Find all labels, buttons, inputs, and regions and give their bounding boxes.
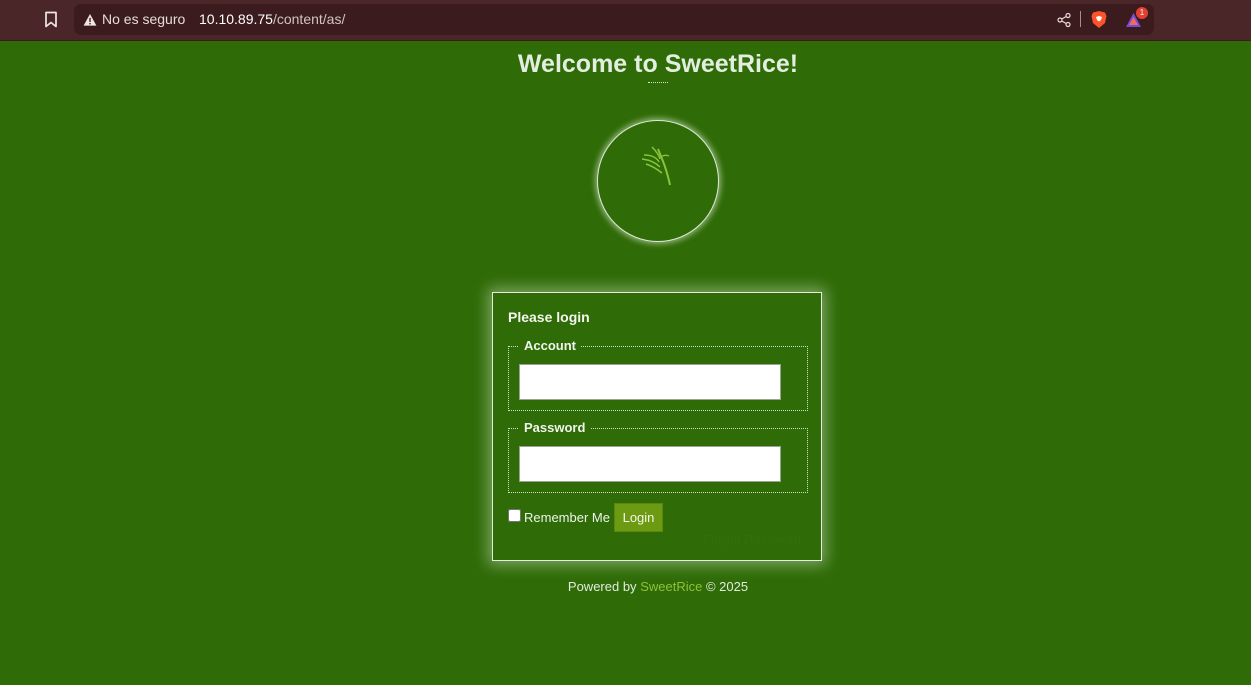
- title-divider: [648, 82, 668, 83]
- sweetrice-link[interactable]: SweetRice: [640, 579, 702, 594]
- url-path: /content/as/: [272, 11, 346, 27]
- account-fieldset: Account: [508, 338, 808, 411]
- rewards-badge: 1: [1136, 7, 1148, 19]
- address-bar-divider: [1080, 11, 1081, 27]
- warning-icon[interactable]: [83, 13, 97, 27]
- forgot-password-link[interactable]: Forgot Password: [703, 532, 801, 547]
- address-bar[interactable]: No es seguro 10.10.89.75/content/as/ 1: [74, 4, 1154, 35]
- login-button[interactable]: Login: [614, 503, 663, 532]
- browser-toolbar: No es seguro 10.10.89.75/content/as/ 1: [0, 0, 1251, 41]
- url-host: 10.10.89.75: [199, 11, 273, 27]
- password-fieldset: Password: [508, 420, 808, 493]
- page-title: Welcome to SweetRice!: [517, 50, 799, 78]
- password-input[interactable]: [519, 446, 781, 482]
- footer-copyright: © 2025: [705, 579, 749, 594]
- password-legend: Password: [519, 420, 591, 435]
- share-icon[interactable]: [1056, 12, 1072, 28]
- login-panel: Please login Account Password Remember M…: [492, 292, 822, 561]
- sweetrice-logo: [597, 120, 719, 242]
- security-status[interactable]: No es seguro: [102, 11, 185, 27]
- bookmark-icon[interactable]: [40, 8, 62, 30]
- remember-me-checkbox[interactable]: [508, 509, 521, 522]
- account-legend: Account: [519, 338, 581, 353]
- remember-me-label[interactable]: Remember Me: [524, 510, 610, 525]
- login-heading: Please login: [508, 309, 590, 325]
- footer-prefix: Powered by: [567, 579, 637, 594]
- account-input[interactable]: [519, 364, 781, 400]
- rice-stalk-logo: [641, 146, 671, 186]
- footer: Powered by SweetRice © 2025: [0, 579, 1251, 594]
- url-text[interactable]: 10.10.89.75/content/as/: [199, 11, 345, 27]
- brave-shield-icon[interactable]: [1090, 10, 1108, 29]
